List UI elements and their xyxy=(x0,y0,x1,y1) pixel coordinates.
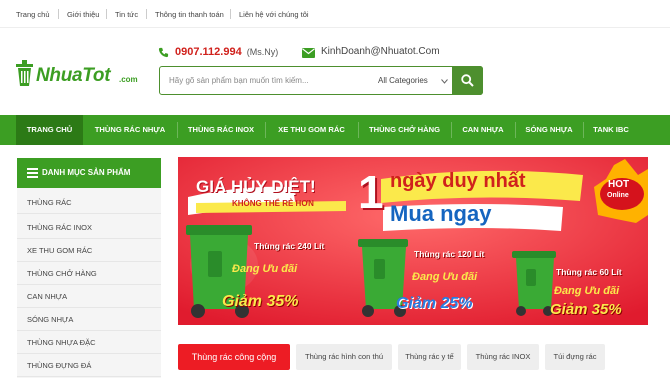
category-item-trash-bins[interactable]: THÙNG RÁC xyxy=(17,191,161,214)
sub-headline-left: KHÔNG THỂ RẺ HƠN xyxy=(232,199,314,208)
category-item-ice-bins[interactable]: THÙNG ĐỰNG ĐÁ xyxy=(17,354,161,377)
product-2-promo: Đang Ưu đãi xyxy=(412,271,478,283)
logo-text: NhuaTot xyxy=(36,65,111,86)
top-link-home[interactable]: Trang chủ xyxy=(16,10,50,19)
product-3-promo: Đang Ưu đãi xyxy=(554,285,620,297)
divider xyxy=(146,9,147,19)
email-address[interactable]: KinhDoanh@Nhuatot.Com xyxy=(321,46,440,57)
cta-text: Mua ngay xyxy=(390,201,492,226)
top-link-news[interactable]: Tin tức xyxy=(115,10,138,19)
hotline[interactable]: 0907.112.994 (Ms.Ny) xyxy=(175,46,278,60)
search-bar: Hãy gõ sản phẩm bạn muốn tìm kiếm... All… xyxy=(159,66,483,95)
category-item-inox-bins[interactable]: THÙNG RÁC INOX xyxy=(17,216,161,239)
headline-left: GIÁ HỦY DIỆT! xyxy=(196,177,316,196)
tab-trash-bags[interactable]: Túi đựng rác xyxy=(545,344,605,370)
tab-medical-bins[interactable]: Thùng rác y tế xyxy=(398,344,461,370)
tab-animal-bins[interactable]: Thùng rác hình con thú xyxy=(296,344,392,370)
top-link-contact[interactable]: Liên hệ với chúng tôi xyxy=(239,10,309,19)
divider xyxy=(106,9,107,19)
site-logo[interactable]: NhuaTot .com xyxy=(16,58,146,90)
nav-item-cargo-bins[interactable]: THÙNG CHỞ HÀNG xyxy=(358,115,451,145)
divider xyxy=(230,9,231,19)
category-item-plastic-crates[interactable]: SÓNG NHỰA xyxy=(17,308,161,331)
logo-suffix: .com xyxy=(119,75,138,84)
nav-item-home[interactable]: TRANG CHỦ xyxy=(16,115,83,145)
search-button[interactable] xyxy=(452,66,483,95)
product-2-discount: Giảm 25% xyxy=(396,295,473,312)
menu-icon xyxy=(27,168,38,178)
nav-item-plastic-bins[interactable]: THÙNG RÁC NHỰA xyxy=(83,115,177,145)
product-3-discount: Giảm 35% xyxy=(550,301,622,318)
phone-note: (Ms.Ny) xyxy=(246,47,279,57)
hot-badge: HOT xyxy=(608,179,630,190)
nav-item-garbage-carts[interactable]: XE THU GOM RÁC xyxy=(265,115,358,145)
product-1-promo: Đang Ưu đãi xyxy=(232,263,298,275)
nav-item-plastic-cans[interactable]: CAN NHỰA xyxy=(451,115,515,145)
nav-item-plastic-crates[interactable]: SÓNG NHỰA xyxy=(515,115,583,145)
category-item-plastic-cans[interactable]: CAN NHỰA xyxy=(17,285,161,308)
big-number: 1 xyxy=(358,166,384,218)
category-item-solid-bins[interactable]: THÙNG NHỰA ĐẶC xyxy=(17,331,161,354)
top-bar: Trang chủ Giới thiệu Tin tức Thông tin t… xyxy=(0,0,670,28)
promo-banner[interactable]: GIÁ HỦY DIỆT! KHÔNG THỂ RẺ HƠN 1 ngày du… xyxy=(178,157,648,325)
tab-public-bins[interactable]: Thùng rác công cộng xyxy=(178,344,290,370)
search-icon xyxy=(461,74,474,87)
category-select[interactable]: All Categories xyxy=(378,76,428,85)
phone-number: 0907.112.994 xyxy=(175,46,242,58)
email-icon xyxy=(302,48,315,58)
nav-item-ibc-tank[interactable]: TANK IBC xyxy=(583,115,639,145)
phone-icon xyxy=(158,47,169,58)
category-list: THÙNG RÁC THÙNG RÁC INOX XE THU GOM RÁC … xyxy=(17,188,161,378)
product-1-discount: Giảm 35% xyxy=(222,293,299,310)
headline-right: ngày duy nhất xyxy=(390,170,526,192)
main-nav: TRANG CHỦ THÙNG RÁC NHỰA THÙNG RÁC INOX … xyxy=(0,115,670,145)
product-2-label: Thùng rác 120 Lít xyxy=(414,249,485,259)
chevron-down-icon xyxy=(441,79,448,84)
category-item-cargo-bins[interactable]: THÙNG CHỞ HÀNG xyxy=(17,262,161,285)
category-item-garbage-carts[interactable]: XE THU GOM RÁC xyxy=(17,239,161,262)
top-link-payment[interactable]: Thông tin thanh toán xyxy=(155,10,224,19)
divider xyxy=(58,9,59,19)
product-1-label: Thùng rác 240 Lít xyxy=(254,241,325,251)
hot-badge-sub: Online xyxy=(607,192,629,199)
top-link-about[interactable]: Giới thiệu xyxy=(67,10,99,19)
category-menu-title: DANH MỤC SẢN PHẨM xyxy=(42,168,131,177)
product-3-label: Thùng rác 60 Lít xyxy=(556,267,622,277)
nav-item-inox-bins[interactable]: THÙNG RÁC INOX xyxy=(177,115,265,145)
search-input[interactable]: Hãy gõ sản phẩm bạn muốn tìm kiếm... xyxy=(169,76,309,85)
category-menu-header[interactable]: DANH MỤC SẢN PHẨM xyxy=(17,158,161,188)
tab-inox-bins[interactable]: Thùng rác INOX xyxy=(467,344,539,370)
